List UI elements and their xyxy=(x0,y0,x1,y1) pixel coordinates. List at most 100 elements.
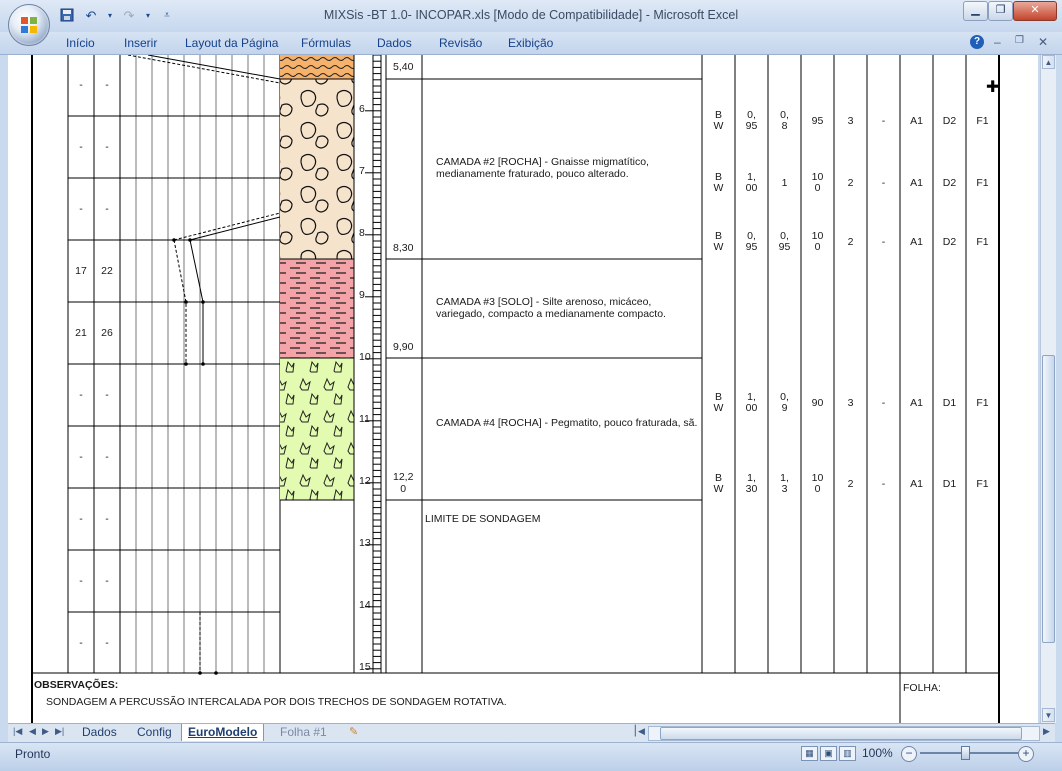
sheet-tab-folha-1[interactable]: Folha #1 xyxy=(274,724,333,741)
core-run-cell: 10 0 xyxy=(811,472,824,495)
scroll-right-icon[interactable]: ▶ xyxy=(1043,726,1050,737)
horizontal-scroll-thumb[interactable] xyxy=(660,727,1022,740)
core-run-cell: 0, 95 xyxy=(745,230,758,253)
core-run-cell: B W xyxy=(713,391,724,414)
spt-cell-b: - xyxy=(105,203,109,215)
spt-cell-a: - xyxy=(79,513,83,525)
first-sheet-icon[interactable]: |◀ xyxy=(13,726,22,737)
zoom-slider[interactable] xyxy=(920,752,1020,754)
core-run-cell: 1 xyxy=(781,177,788,189)
sheet-tab-config[interactable]: Config xyxy=(131,724,178,741)
depth-mark: 10 xyxy=(359,351,371,363)
depth-mark: 12 xyxy=(359,475,371,487)
core-run-cell: 10 0 xyxy=(811,230,824,253)
core-run-cell: 3 xyxy=(847,115,854,127)
zoom-out-icon[interactable]: − xyxy=(901,746,917,762)
layer-depth-label: 5,40 xyxy=(393,61,414,73)
spt-cell-b: - xyxy=(105,513,109,525)
observations-label: OBSERVAÇÕES: xyxy=(34,679,119,691)
core-run-cell: 3 xyxy=(847,397,854,409)
sheet-tab-dados[interactable]: Dados xyxy=(76,724,123,741)
depth-mark: 9 xyxy=(359,289,365,301)
workbook-minimize-icon[interactable]: – xyxy=(994,35,1001,49)
depth-mark: 14 xyxy=(359,599,371,611)
depth-mark: 15 xyxy=(359,661,371,673)
spt-cell-a: - xyxy=(79,637,83,649)
minimize-button[interactable]: ▁ xyxy=(963,1,988,21)
page-layout-view-icon[interactable]: ▣ xyxy=(820,746,837,761)
insert-sheet-icon[interactable]: ✎ xyxy=(343,724,364,741)
scroll-up-icon[interactable]: ▲ xyxy=(1042,55,1055,69)
workbook-close-icon[interactable]: ✕ xyxy=(1038,35,1048,49)
spt-cell-a: - xyxy=(79,451,83,463)
minimize-icon: ▁ xyxy=(971,4,980,16)
layer-depth-label: 9,90 xyxy=(393,341,414,353)
core-run-cell: 0, 95 xyxy=(745,109,758,132)
core-run-cell: F1 xyxy=(976,236,989,248)
tab-split-handle[interactable]: ▕ xyxy=(628,726,636,737)
spt-cell-b: - xyxy=(105,575,109,587)
core-run-cell: - xyxy=(881,397,886,409)
depth-mark: 13 xyxy=(359,537,371,549)
core-run-cell: - xyxy=(881,478,886,490)
normal-view-icon[interactable]: ▦ xyxy=(801,746,818,761)
core-run-cell: 0, 8 xyxy=(780,109,789,132)
tab-exibicao[interactable]: Exibição xyxy=(508,36,553,50)
tab-dados[interactable]: Dados xyxy=(377,36,412,50)
office-logo-icon xyxy=(21,17,37,33)
zoom-level[interactable]: 100% xyxy=(862,746,893,760)
layer-depth-label: 8,30 xyxy=(393,242,414,254)
tab-inserir[interactable]: Inserir xyxy=(124,36,157,50)
core-run-cell: B W xyxy=(713,109,724,132)
vertical-scrollbar[interactable]: ▲ ▼ xyxy=(1040,55,1056,723)
depth-mark: 11 xyxy=(359,413,370,425)
spt-cell-a: - xyxy=(79,389,83,401)
last-sheet-icon[interactable]: ▶| xyxy=(55,726,64,737)
zoom-in-icon[interactable]: + xyxy=(1018,746,1034,762)
spt-cell-b: 26 xyxy=(101,327,113,339)
core-run-cell: A1 xyxy=(910,177,923,189)
core-run-cell: B W xyxy=(713,171,724,194)
sheet-tabs-bar: |◀ ◀ ▶ ▶| Dados Config EuroModelo Folha … xyxy=(8,723,1055,743)
tab-layout-da-pagina[interactable]: Layout da Página xyxy=(185,36,278,50)
spt-cell-b: - xyxy=(105,389,109,401)
help-icon[interactable]: ? xyxy=(970,35,984,49)
spt-cell-a: 21 xyxy=(75,327,87,339)
close-button[interactable]: ✕ xyxy=(1013,1,1057,21)
status-text: Pronto xyxy=(15,747,51,761)
workbook-restore-icon[interactable]: ❐ xyxy=(1015,35,1024,46)
core-run-cell: D2 xyxy=(942,115,957,127)
zoom-slider-thumb[interactable] xyxy=(961,746,970,760)
core-run-cell: 1, 3 xyxy=(780,472,789,495)
depth-mark: 6 xyxy=(359,103,365,115)
vertical-scroll-thumb[interactable] xyxy=(1042,355,1055,643)
core-run-cell: 1, 00 xyxy=(745,171,758,194)
next-sheet-icon[interactable]: ▶ xyxy=(42,726,49,737)
sheet-tab-euromodelo[interactable]: EuroModelo xyxy=(181,724,265,741)
core-run-cell: F1 xyxy=(976,115,989,127)
prev-sheet-icon[interactable]: ◀ xyxy=(29,726,36,737)
tab-revisao[interactable]: Revisão xyxy=(439,36,482,50)
tab-inicio[interactable]: Início xyxy=(66,36,95,50)
core-run-cell: 90 xyxy=(811,397,824,409)
office-button[interactable] xyxy=(8,4,50,46)
scroll-down-icon[interactable]: ▼ xyxy=(1042,708,1055,722)
close-icon: ✕ xyxy=(1030,4,1040,16)
spt-cell-a: - xyxy=(79,79,83,91)
page-break-view-icon[interactable]: ▥ xyxy=(839,746,856,761)
core-run-cell: - xyxy=(881,236,886,248)
depth-mark: 7 xyxy=(359,165,365,177)
core-run-cell: A1 xyxy=(910,115,923,127)
core-run-cell: 2 xyxy=(847,177,854,189)
core-run-cell: 95 xyxy=(811,115,824,127)
spt-cell-a: 17 xyxy=(75,265,87,277)
core-run-cell: 1, 30 xyxy=(745,472,758,495)
window-title: MIXSis -BT 1.0- INCOPAR.xls [Modo de Com… xyxy=(323,8,739,22)
worksheet-grid[interactable]: - - - - - -17 22 21 26- - - - - - - - - - 6 7 8 9 10 11 12 13 14 1… xyxy=(8,55,1038,723)
core-run-cell: F1 xyxy=(976,177,989,189)
title-bar: ↶ ▾ ↷ ▾ ⩡ MIXSis -BT 1.0- INCOPAR.xls [M… xyxy=(0,0,1062,32)
core-run-cell: 1, 00 xyxy=(745,391,758,414)
scroll-left-icon[interactable]: ◀ xyxy=(638,726,645,737)
tab-formulas[interactable]: Fórmulas xyxy=(301,36,351,50)
maximize-button[interactable]: ❐ xyxy=(988,1,1013,21)
